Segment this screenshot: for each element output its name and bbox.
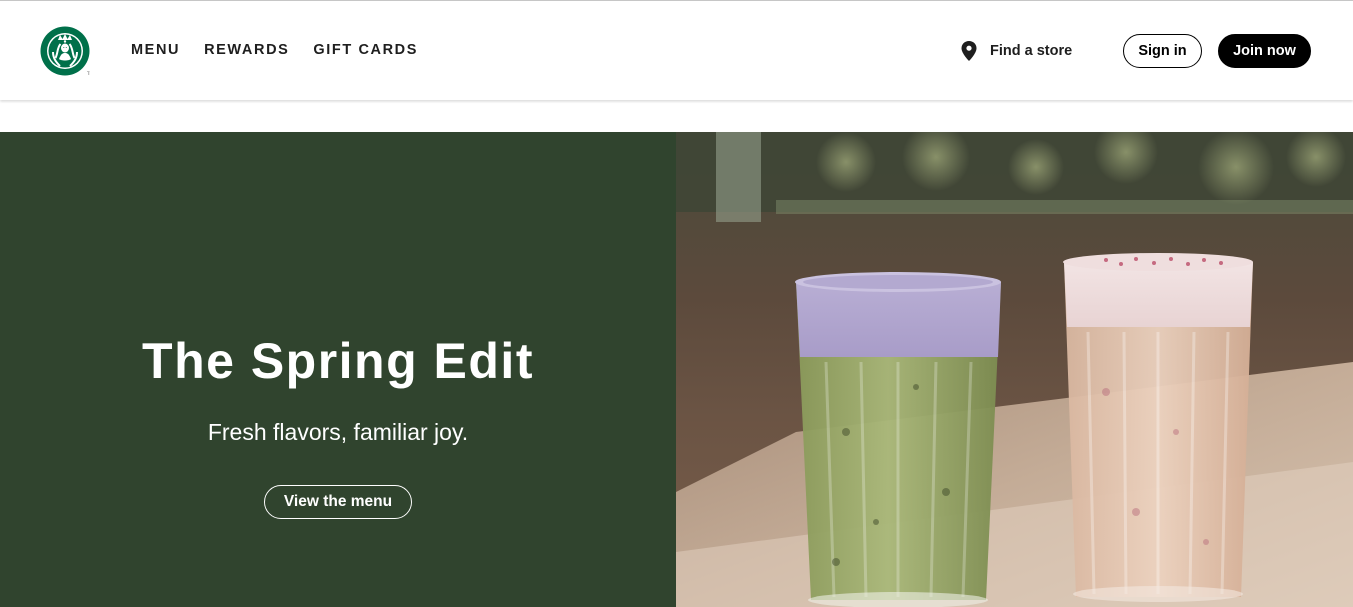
global-header: TM MENU REWARDS GIFT CARDS Find a store …	[0, 1, 1353, 100]
hero-text-panel: The Spring Edit Fresh flavors, familiar …	[0, 132, 676, 607]
svg-text:TM: TM	[86, 71, 90, 76]
location-pin-icon	[960, 40, 978, 62]
view-the-menu-button[interactable]: View the menu	[264, 485, 412, 519]
starbucks-logo-icon[interactable]: TM	[40, 26, 93, 76]
hero-image	[676, 132, 1353, 607]
join-now-button[interactable]: Join now	[1218, 34, 1311, 68]
iced-drinks-photo-icon	[676, 132, 1353, 607]
find-a-store-label: Find a store	[990, 43, 1073, 59]
nav-gift-cards[interactable]: GIFT CARDS	[313, 41, 418, 59]
hero-banner: The Spring Edit Fresh flavors, familiar …	[0, 132, 1353, 607]
primary-nav: MENU REWARDS GIFT CARDS	[131, 41, 418, 59]
hero-subtitle: Fresh flavors, familiar joy.	[207, 419, 469, 445]
sign-in-button[interactable]: Sign in	[1123, 34, 1202, 68]
find-a-store-link[interactable]: Find a store	[960, 40, 1072, 62]
nav-menu[interactable]: MENU	[131, 41, 180, 59]
hero-title: The Spring Edit	[142, 333, 534, 389]
nav-rewards[interactable]: REWARDS	[204, 41, 289, 59]
